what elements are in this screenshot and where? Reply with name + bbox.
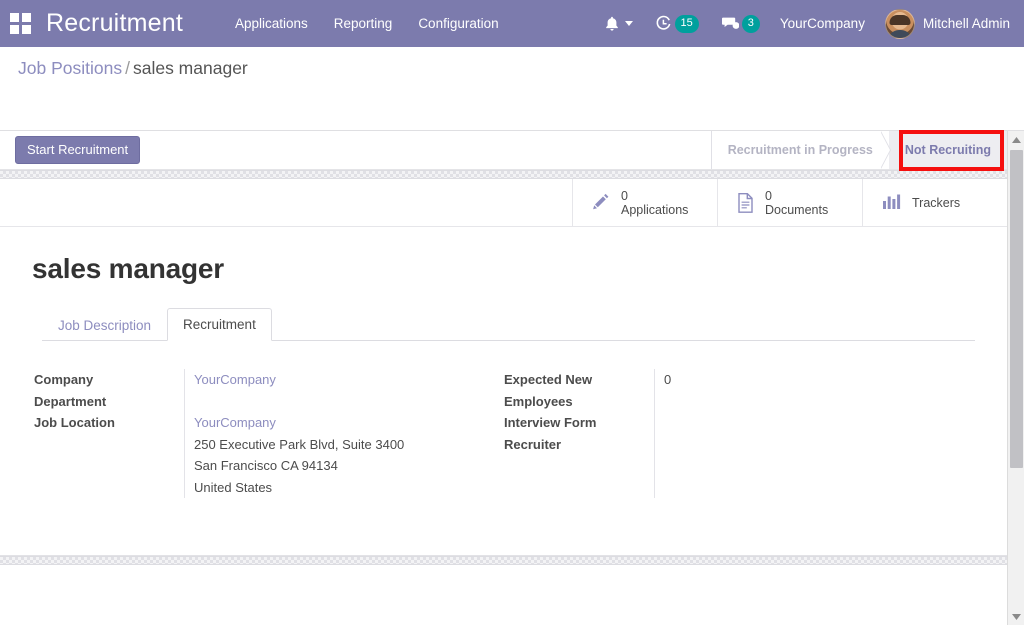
bar-chart-icon	[881, 193, 903, 212]
company-switcher[interactable]: YourCompany	[771, 16, 874, 31]
menu-item-reporting[interactable]: Reporting	[334, 16, 393, 31]
status-steps: Recruitment in Progress Not Recruiting	[710, 131, 1007, 169]
scroll-up-arrow[interactable]	[1008, 131, 1024, 148]
label-expected-new-line1: Expected New	[504, 372, 593, 387]
value-department-empty[interactable]	[194, 391, 504, 413]
odoo-recruitment-form-view: Recruitment Applications Reporting Confi…	[0, 0, 1024, 625]
control-panel: Job Positions/sales manager Edit Create …	[0, 47, 1024, 171]
stat-label-trackers: Trackers	[912, 195, 961, 210]
label-job-location: Job Location	[34, 415, 115, 430]
value-expected-spacer	[664, 391, 934, 413]
value-job-location-country: United States	[194, 479, 273, 495]
stat-label-applications: Applications	[621, 202, 689, 217]
value-job-location-city: San Francisco CA 94134	[194, 458, 338, 473]
sheet-body: sales manager Job Description Recruitmen…	[0, 227, 1007, 498]
avatar	[884, 8, 915, 39]
bell-icon	[605, 16, 619, 32]
vertical-scrollbar[interactable]	[1007, 131, 1024, 625]
navbar-systray: 15 3 YourCompany Mitchell Admin	[594, 0, 1024, 47]
notifications-menu[interactable]	[594, 0, 644, 47]
status-step-not-recruiting[interactable]: Not Recruiting	[888, 131, 1007, 169]
field-groups: Company Department Job Location YourComp…	[32, 369, 975, 498]
stat-value-applications: 0	[621, 188, 628, 203]
right-field-values: 0	[654, 369, 934, 498]
user-name-label: Mitchell Admin	[922, 16, 1010, 31]
messages-count-badge: 3	[741, 14, 760, 33]
label-expected-new-line2: Employees	[504, 393, 573, 409]
menu-item-applications[interactable]: Applications	[235, 16, 308, 31]
label-company: Company	[34, 372, 94, 387]
label-recruiter: Recruiter	[504, 436, 562, 452]
tab-recruitment[interactable]: Recruitment	[167, 308, 272, 341]
breadcrumb: Job Positions / sales manager	[18, 58, 248, 79]
stat-button-documents[interactable]: 0 Documents	[717, 179, 862, 226]
scrollbar-thumb[interactable]	[1010, 150, 1023, 468]
breadcrumb-separator: /	[125, 58, 130, 78]
tab-job-description[interactable]: Job Description	[42, 309, 167, 341]
start-recruitment-button[interactable]: Start Recruitment	[15, 136, 141, 164]
breadcrumb-job-positions[interactable]: Job Positions	[18, 58, 122, 78]
form-notebook-tabs: Job Description Recruitment	[42, 307, 975, 341]
clock-icon	[656, 15, 670, 30]
top-navbar: Recruitment Applications Reporting Confi…	[0, 0, 1024, 47]
stat-value-documents: 0	[765, 188, 772, 203]
stat-text-applications: 0 Applications	[621, 189, 688, 217]
stat-button-trackers[interactable]: Trackers	[862, 179, 1007, 226]
activity-menu[interactable]: 15	[644, 0, 710, 47]
stat-label-documents: Documents	[765, 202, 829, 217]
app-brand-title[interactable]: Recruitment	[46, 9, 183, 38]
field-group-left: Company Department Job Location YourComp…	[34, 369, 504, 498]
value-interview-form-empty[interactable]	[664, 412, 934, 434]
page-title: sales manager	[32, 253, 224, 284]
stat-button-row: 0 Applications 0 Documents Trackers	[0, 179, 1007, 227]
scroll-down-arrow[interactable]	[1008, 608, 1024, 625]
value-job-location-name[interactable]: YourCompany	[194, 412, 504, 434]
breadcrumb-current: sales manager	[132, 58, 248, 78]
apps-grid-icon[interactable]	[10, 12, 32, 35]
value-expected-new-employees[interactable]: 0	[664, 369, 934, 391]
label-department: Department	[34, 393, 107, 409]
form-view-container: Start Recruitment Recruitment in Progres…	[0, 131, 1007, 625]
chat-icon	[721, 17, 739, 29]
value-job-location-street: 250 Executive Park Blvd, Suite 3400	[194, 436, 405, 452]
document-icon	[736, 192, 756, 214]
chevron-down-icon	[624, 21, 633, 26]
value-company[interactable]: YourCompany	[194, 369, 504, 391]
form-sheet: 0 Applications 0 Documents Trackers sale…	[0, 179, 1007, 556]
sheet-bottom-hatch	[0, 556, 1007, 565]
user-menu[interactable]: Mitchell Admin	[874, 0, 1024, 47]
main-menu: Applications Reporting Configuration	[235, 16, 499, 31]
status-step-recruitment-in-progress[interactable]: Recruitment in Progress	[711, 131, 892, 169]
label-interview-form: Interview Form	[504, 415, 597, 430]
status-bar: Start Recruitment Recruitment in Progres…	[0, 131, 1007, 170]
sheet-top-hatch	[0, 170, 1007, 179]
left-field-values: YourCompany YourCompany 250 Executive Pa…	[184, 369, 504, 498]
pencil-icon	[591, 192, 612, 213]
menu-item-configuration[interactable]: Configuration	[418, 16, 498, 31]
value-recruiter-empty[interactable]	[664, 434, 934, 456]
left-field-labels: Company Department Job Location	[34, 369, 184, 498]
stat-text-trackers: Trackers	[912, 196, 960, 210]
field-group-right: Expected New Employees Interview Form Re…	[504, 369, 934, 498]
stat-button-applications[interactable]: 0 Applications	[572, 179, 717, 226]
activity-count-badge: 15	[674, 14, 699, 33]
messaging-menu[interactable]: 3	[710, 0, 771, 47]
stat-text-documents: 0 Documents	[765, 189, 828, 217]
right-field-labels: Expected New Employees Interview Form Re…	[504, 369, 654, 498]
